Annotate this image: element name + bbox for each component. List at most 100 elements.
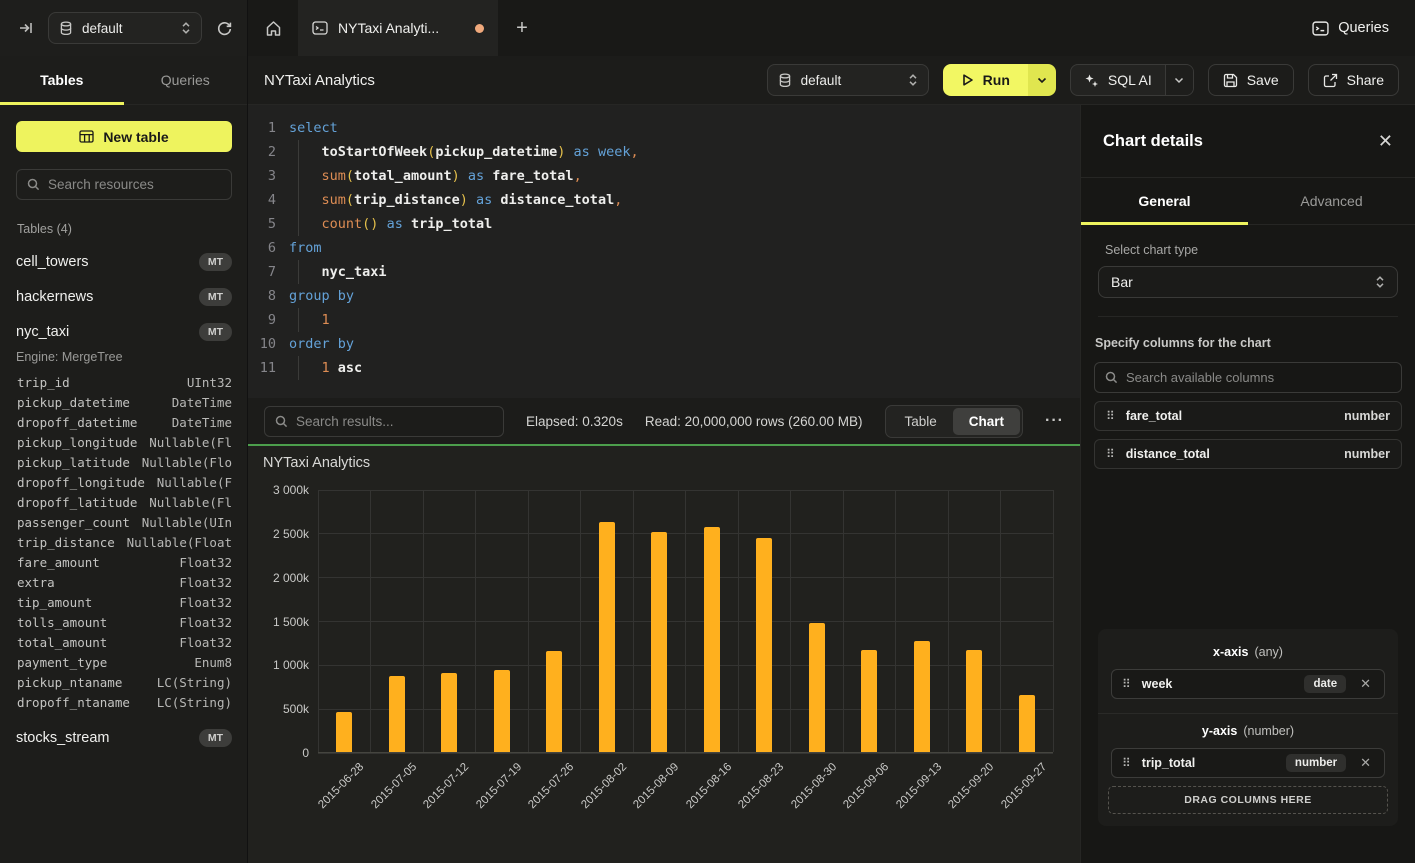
tab-nytaxi-analytics[interactable]: NYTaxi Analyti...: [298, 0, 498, 56]
panel-tab-general[interactable]: General: [1081, 178, 1248, 224]
more-options-icon[interactable]: ···: [1045, 412, 1064, 430]
results-search-input[interactable]: [296, 414, 493, 429]
sql-ai-caret[interactable]: [1165, 65, 1193, 95]
share-button[interactable]: Share: [1308, 64, 1399, 96]
column-chip-week[interactable]: ⠿weekdate✕: [1111, 669, 1385, 699]
code-line-6[interactable]: 6from: [248, 236, 1080, 260]
new-table-button[interactable]: New table: [16, 121, 232, 152]
code-line-1[interactable]: 1select: [248, 116, 1080, 140]
x-axis-tick: 2015-09-20: [947, 761, 997, 811]
table-item-stocks_stream[interactable]: stocks_streamMT: [16, 729, 232, 747]
run-options-caret[interactable]: [1028, 64, 1056, 96]
bar-2015-08-09[interactable]: [651, 532, 667, 752]
columns-search-input[interactable]: [1126, 370, 1391, 385]
code-line-4[interactable]: 4 sum(trip_distance) as distance_total,: [248, 188, 1080, 212]
refresh-icon[interactable]: [216, 20, 233, 37]
results-search[interactable]: [264, 406, 504, 437]
new-table-label: New table: [103, 129, 168, 145]
column-chip-trip_total[interactable]: ⠿trip_totalnumber✕: [1111, 748, 1385, 778]
column-row[interactable]: pickup_latitudeNullable(Flo: [16, 452, 232, 472]
run-button[interactable]: Run: [943, 64, 1028, 96]
remove-icon[interactable]: ✕: [1357, 755, 1374, 771]
table-item-nyc_taxi[interactable]: nyc_taxiMT: [16, 323, 232, 341]
column-row[interactable]: dropoff_datetimeDateTime: [16, 412, 232, 432]
close-icon[interactable]: ✕: [1378, 131, 1393, 152]
column-row[interactable]: fare_amountFloat32: [16, 552, 232, 572]
sidebar-scroll[interactable]: New table Tables (4) cell_towersMThacker…: [0, 105, 247, 863]
drag-handle-icon[interactable]: ⠿: [1122, 677, 1131, 691]
toolbar: default: [767, 64, 1399, 96]
chart-type-select[interactable]: Bar: [1098, 266, 1398, 298]
bar-2015-06-28[interactable]: [336, 712, 352, 752]
view-toggle-table[interactable]: Table: [888, 408, 952, 435]
code-line-10[interactable]: 10order by: [248, 332, 1080, 356]
x-axis-tick: 2015-09-13: [894, 761, 944, 811]
bar-2015-09-27[interactable]: [1019, 695, 1035, 752]
code-line-3[interactable]: 3 sum(total_amount) as fare_total,: [248, 164, 1080, 188]
code-line-2[interactable]: 2 toStartOfWeek(pickup_datetime) as week…: [248, 140, 1080, 164]
drag-handle-icon[interactable]: ⠿: [1106, 447, 1115, 461]
collapse-sidebar-icon[interactable]: [18, 20, 34, 36]
bar-2015-07-26[interactable]: [546, 651, 562, 752]
y-axis-header: y-axis(number): [1098, 724, 1398, 738]
sidebar-tab-tables[interactable]: Tables: [0, 56, 124, 104]
toolbar-database-select[interactable]: default: [767, 64, 929, 96]
drag-handle-icon[interactable]: ⠿: [1122, 756, 1131, 770]
tab-strip: NYTaxi Analyti... +: [248, 0, 1312, 56]
column-row[interactable]: pickup_ntanameLC(String): [16, 672, 232, 692]
table-item-cell_towers[interactable]: cell_towersMT: [16, 253, 232, 271]
sql-editor[interactable]: 1select2 toStartOfWeek(pickup_datetime) …: [248, 105, 1080, 398]
save-button[interactable]: Save: [1208, 64, 1294, 96]
column-row[interactable]: pickup_datetimeDateTime: [16, 392, 232, 412]
plot-grid: [318, 490, 1053, 753]
bar-2015-07-19[interactable]: [494, 670, 510, 752]
column-row[interactable]: total_amountFloat32: [16, 632, 232, 652]
column-row[interactable]: dropoff_latitudeNullable(Fl: [16, 492, 232, 512]
column-row[interactable]: extraFloat32: [16, 572, 232, 592]
topbar-database-select[interactable]: default: [48, 12, 202, 44]
column-row[interactable]: tip_amountFloat32: [16, 592, 232, 612]
column-chip-distance_total[interactable]: ⠿distance_totalnumber: [1094, 439, 1402, 469]
column-row[interactable]: trip_distanceNullable(Float: [16, 532, 232, 552]
line-number: 6: [248, 240, 276, 256]
home-tab[interactable]: [248, 0, 298, 56]
new-tab-button[interactable]: +: [498, 0, 546, 56]
drag-handle-icon[interactable]: ⠿: [1106, 409, 1115, 423]
panel-tab-advanced[interactable]: Advanced: [1248, 178, 1415, 224]
top-bar-left: default: [0, 0, 248, 56]
sidebar-search-input[interactable]: [48, 177, 221, 192]
code-line-7[interactable]: 7 nyc_taxi: [248, 260, 1080, 284]
columns-search[interactable]: [1094, 362, 1402, 393]
code-line-11[interactable]: 11 1 asc: [248, 356, 1080, 380]
column-row[interactable]: tolls_amountFloat32: [16, 612, 232, 632]
view-toggle-chart[interactable]: Chart: [953, 408, 1020, 435]
column-row[interactable]: passenger_countNullable(UIn: [16, 512, 232, 532]
bar-2015-08-02[interactable]: [599, 522, 615, 752]
sidebar-tab-queries[interactable]: Queries: [124, 56, 248, 104]
bar-2015-09-06[interactable]: [861, 650, 877, 752]
code-line-5[interactable]: 5 count() as trip_total: [248, 212, 1080, 236]
column-row[interactable]: dropoff_ntanameLC(String): [16, 692, 232, 712]
column-row[interactable]: dropoff_longitudeNullable(F: [16, 472, 232, 492]
bar-2015-08-16[interactable]: [704, 527, 720, 752]
column-chip-fare_total[interactable]: ⠿fare_totalnumber: [1094, 401, 1402, 431]
bar-2015-09-13[interactable]: [914, 641, 930, 752]
column-row[interactable]: trip_idUInt32: [16, 372, 232, 392]
bar-chart[interactable]: 0500k1 000k1 500k2 000k2 500k3 000k2015-…: [318, 490, 1053, 753]
queries-button[interactable]: Queries: [1312, 20, 1389, 36]
bar-2015-09-20[interactable]: [966, 650, 982, 752]
column-row[interactable]: payment_typeEnum8: [16, 652, 232, 672]
drag-columns-drop-zone[interactable]: DRAG COLUMNS HERE: [1108, 786, 1388, 814]
column-row[interactable]: pickup_longitudeNullable(Fl: [16, 432, 232, 452]
code-line-8[interactable]: 8group by: [248, 284, 1080, 308]
table-item-hackernews[interactable]: hackernewsMT: [16, 288, 232, 306]
bar-2015-07-05[interactable]: [389, 676, 405, 752]
sql-ai-button[interactable]: SQL AI: [1071, 65, 1165, 95]
sidebar-search[interactable]: [16, 169, 232, 200]
engine-badge: MT: [199, 253, 232, 271]
bar-2015-08-23[interactable]: [756, 538, 772, 752]
bar-2015-08-30[interactable]: [809, 623, 825, 752]
remove-icon[interactable]: ✕: [1357, 676, 1374, 692]
code-line-9[interactable]: 9 1: [248, 308, 1080, 332]
bar-2015-07-12[interactable]: [441, 673, 457, 752]
